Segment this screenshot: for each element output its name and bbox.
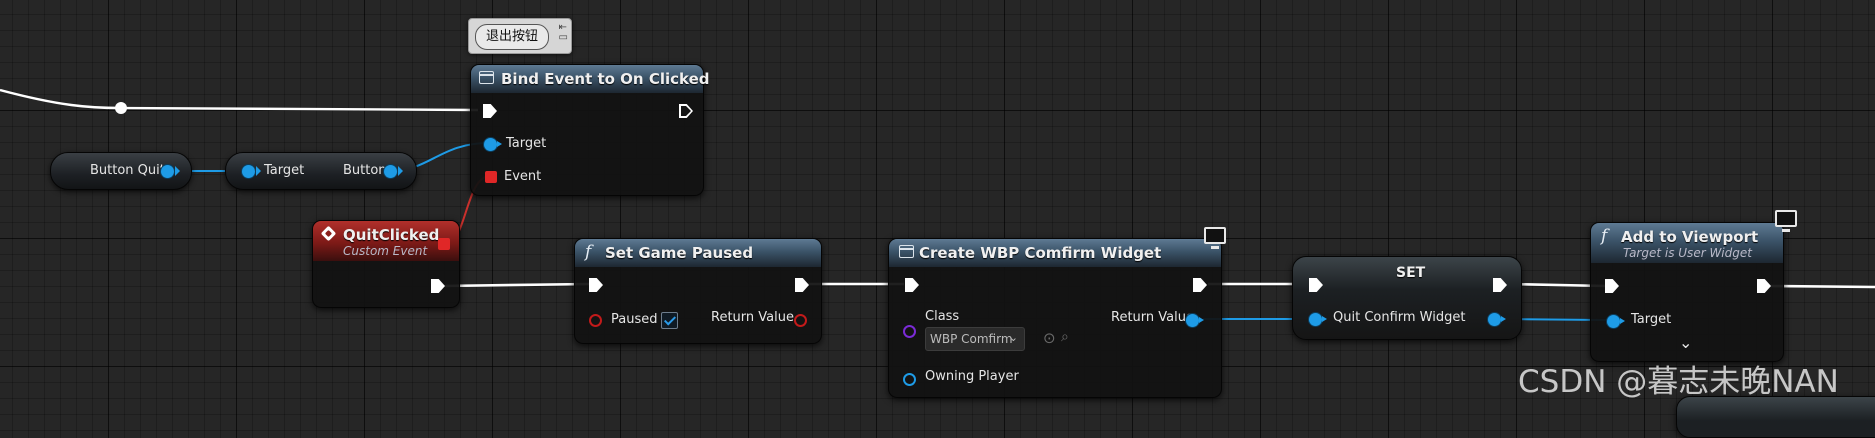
event-pin-label: Event xyxy=(504,169,542,184)
pin-comment-icon[interactable]: ⇤ ▭ xyxy=(559,23,568,43)
exec-in-pin[interactable] xyxy=(1309,278,1323,292)
widget-icon xyxy=(899,245,914,258)
target-pin-label: Target xyxy=(506,136,547,151)
exec-in-pin[interactable] xyxy=(905,278,919,292)
return-value-label: Return Value xyxy=(711,310,794,325)
pin-arrow-icon xyxy=(175,166,180,176)
get-button-node[interactable]: Target Button xyxy=(225,152,417,190)
quit-confirm-widget-in-pin[interactable] xyxy=(1309,313,1327,326)
exec-out-pin[interactable] xyxy=(431,279,445,293)
return-value-pin[interactable] xyxy=(1186,314,1204,327)
comment-bubble[interactable]: 退出按钮 ⇤ ▭ xyxy=(468,18,572,54)
node-subtitle: Target is User Widget xyxy=(1623,246,1752,260)
paused-checkbox[interactable] xyxy=(661,312,678,329)
bind-event-node[interactable]: Bind Event to On Clicked Target Event xyxy=(470,64,710,196)
expand-chevron-icon[interactable]: ⌄ xyxy=(1679,333,1692,352)
exec-wire-incoming xyxy=(0,88,479,112)
class-pin[interactable] xyxy=(903,325,916,338)
pin-arrow-icon xyxy=(256,166,261,176)
event-pin[interactable] xyxy=(485,171,497,183)
owning-player-pin[interactable] xyxy=(903,373,916,386)
exec-wire-quit-setpaused xyxy=(441,282,591,288)
watermark: CSDN @暮志未晚NAN xyxy=(1518,364,1839,400)
class-dropdown[interactable]: WBP Comfirm ⌄ xyxy=(925,327,1025,351)
owning-player-label: Owning Player xyxy=(925,369,1019,384)
node-title: Add to Viewport xyxy=(1621,228,1759,246)
partial-node[interactable] xyxy=(1676,396,1875,438)
exec-out-pin[interactable] xyxy=(1493,278,1507,292)
node-header: Bind Event to On Clicked xyxy=(471,65,710,93)
node-title: Bind Event to On Clicked xyxy=(501,70,710,88)
variable-label: Button Quit xyxy=(90,163,165,178)
exec-wire-outgoing xyxy=(1767,284,1875,289)
set-game-paused-node[interactable]: f Set Game Paused Paused Return Value xyxy=(574,238,822,344)
target-pin[interactable] xyxy=(1607,315,1625,328)
class-pin-label: Class xyxy=(925,309,960,324)
exec-out-pin[interactable] xyxy=(1193,278,1207,292)
node-header: f Add to Viewport Target is User Widget xyxy=(1591,223,1783,263)
return-value-pin[interactable] xyxy=(794,314,807,327)
quit-confirm-widget-out-pin[interactable] xyxy=(1488,313,1506,326)
add-to-viewport-node[interactable]: f Add to Viewport Target is User Widget … xyxy=(1590,210,1797,362)
quit-confirm-widget-label: Quit Confirm Widget xyxy=(1333,310,1466,325)
node-title: QuitClicked xyxy=(343,226,440,244)
paused-pin-label: Paused xyxy=(611,312,658,327)
paused-pin[interactable] xyxy=(589,314,602,327)
output-pin[interactable] xyxy=(161,165,174,178)
reroute-node xyxy=(115,102,127,114)
create-widget-node[interactable]: Create WBP Comfirm Widget Class WBP Comf… xyxy=(888,227,1226,398)
comment-text: 退出按钮 xyxy=(475,24,550,50)
function-icon: f xyxy=(585,242,592,262)
button-pin-label: Button xyxy=(343,163,387,178)
target-pin-label: Target xyxy=(264,163,305,178)
monitor-icon xyxy=(1204,227,1226,249)
use-selected-asset-icon[interactable]: ⊙ xyxy=(1043,329,1056,347)
node-header: Create WBP Comfirm Widget xyxy=(889,239,1221,267)
button-quit-variable-node[interactable]: Button Quit xyxy=(50,152,192,190)
target-pin-label: Target xyxy=(1631,312,1672,327)
search-icon[interactable]: ⌕ xyxy=(1061,329,1069,345)
node-title: Create WBP Comfirm Widget xyxy=(919,244,1162,262)
exec-in-pin[interactable] xyxy=(589,278,603,292)
pin-arrow-icon xyxy=(398,166,403,176)
exec-in-pin[interactable] xyxy=(1605,279,1619,293)
monitor-icon xyxy=(1775,210,1797,232)
set-variable-node[interactable]: SET Quit Confirm Widget xyxy=(1292,256,1522,340)
node-header: QuitClicked Custom Event xyxy=(313,221,459,261)
exec-out-pin[interactable] xyxy=(795,278,809,292)
button-output-pin[interactable] xyxy=(384,165,397,178)
target-pin[interactable] xyxy=(242,165,255,178)
target-pin[interactable] xyxy=(484,138,502,151)
return-value-label: Return Value xyxy=(1111,310,1194,325)
node-subtitle: Custom Event xyxy=(343,244,428,258)
quit-clicked-event-node[interactable]: QuitClicked Custom Event xyxy=(312,220,460,308)
node-header: f Set Game Paused xyxy=(575,239,821,267)
function-icon: f xyxy=(1601,226,1608,246)
exec-out-pin[interactable] xyxy=(1757,279,1771,293)
node-title: SET xyxy=(1396,265,1426,281)
widget-icon xyxy=(479,71,494,84)
node-title: Set Game Paused xyxy=(605,244,754,262)
dropdown-value: WBP Comfirm xyxy=(930,332,1013,346)
exec-in-pin[interactable] xyxy=(483,104,497,118)
chevron-down-icon: ⌄ xyxy=(1008,331,1018,344)
delegate-output-pin[interactable] xyxy=(438,238,450,250)
event-icon xyxy=(320,225,337,242)
exec-out-pin[interactable] xyxy=(679,104,693,118)
